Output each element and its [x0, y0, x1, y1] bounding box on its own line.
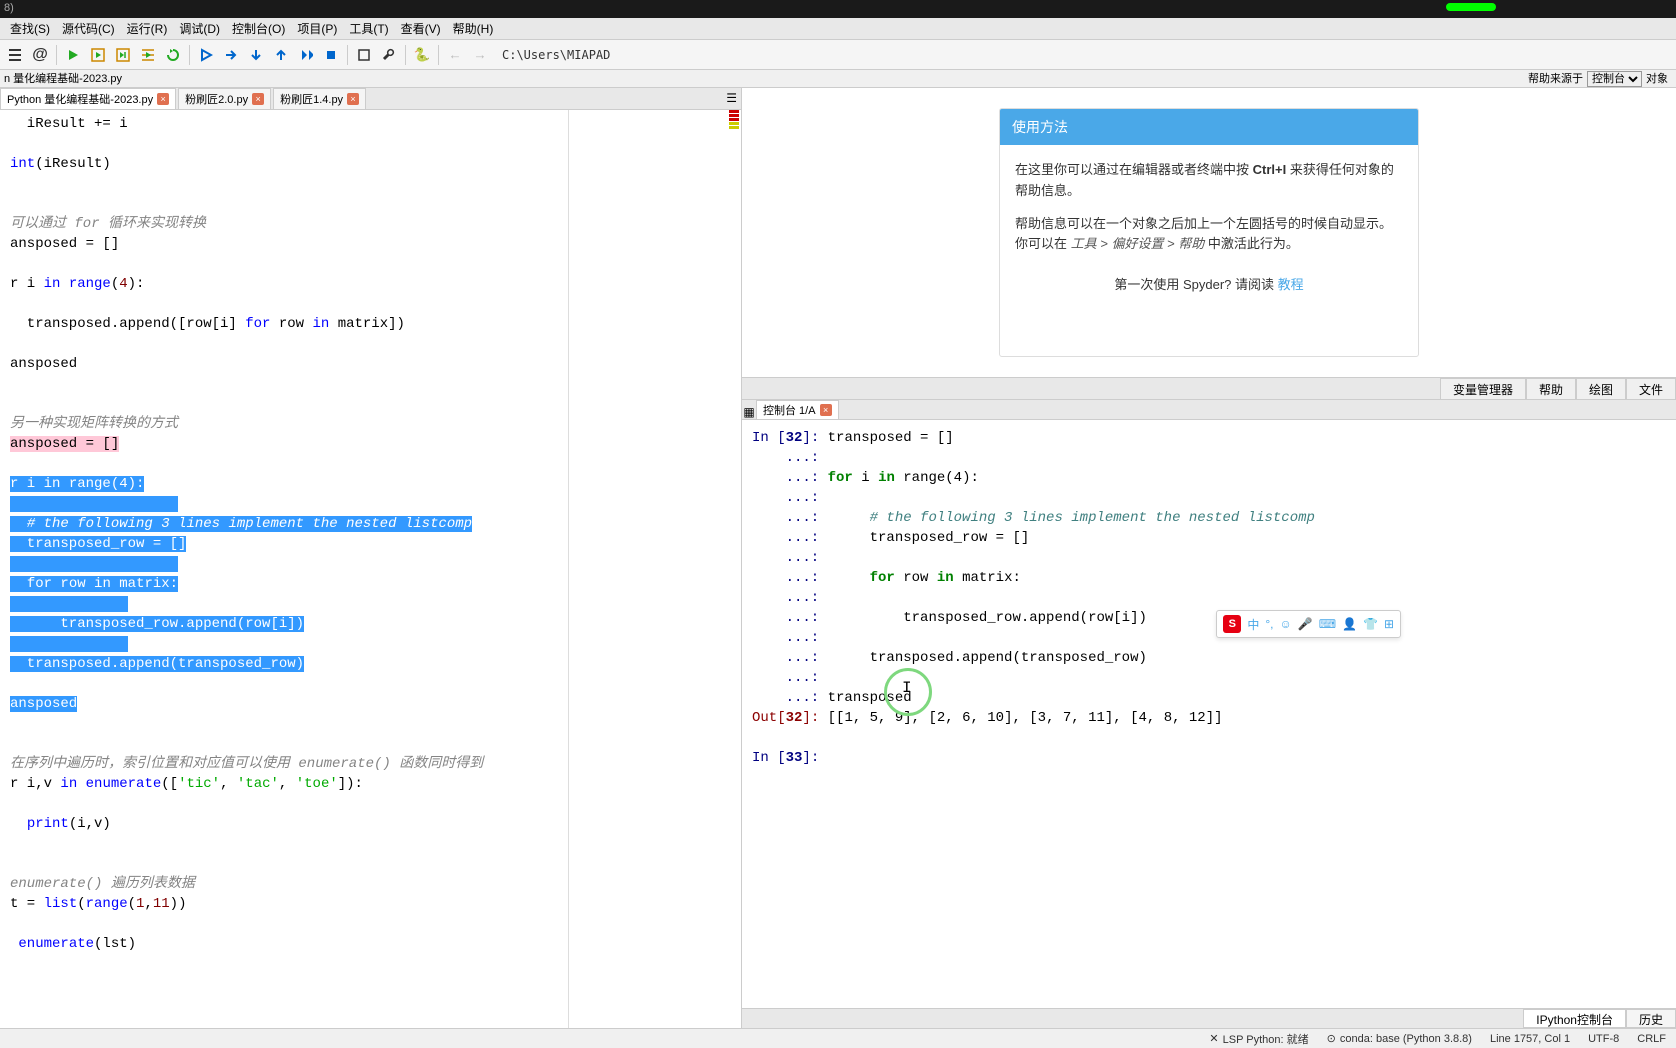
- close-icon[interactable]: ×: [157, 93, 169, 105]
- ime-punct-icon[interactable]: °,: [1265, 617, 1273, 631]
- ime-mic-icon[interactable]: 🎤: [1298, 617, 1313, 631]
- tab-ipython-console[interactable]: IPython控制台: [1523, 1009, 1626, 1028]
- menu-debug[interactable]: 调试(D): [173, 20, 226, 37]
- ime-grid-icon[interactable]: ⊞: [1384, 617, 1394, 631]
- right-pane: 使用方法 在这里你可以通过在编辑器或者终端中按 Ctrl+I 来获得任何对象的帮…: [742, 88, 1676, 1028]
- help-card-body: 在这里你可以通过在编辑器或者终端中按 Ctrl+I 来获得任何对象的帮助信息。 …: [1000, 145, 1418, 319]
- help-card-title: 使用方法: [1000, 109, 1418, 145]
- console-tab-label: 控制台 1/A: [763, 402, 816, 418]
- ime-sogou-icon[interactable]: S: [1223, 615, 1241, 633]
- close-icon[interactable]: ×: [252, 93, 264, 105]
- status-eol: CRLF: [1637, 1033, 1666, 1045]
- status-conda[interactable]: ⊙ conda: base (Python 3.8.8): [1327, 1032, 1472, 1045]
- editor-scrollmarks: [729, 110, 739, 130]
- toolbar-wrench-icon[interactable]: [378, 44, 400, 66]
- status-position: Line 1757, Col 1: [1490, 1033, 1570, 1045]
- ime-user-icon[interactable]: 👤: [1342, 617, 1357, 631]
- menu-find[interactable]: 查找(S): [4, 20, 56, 37]
- help-pane: 使用方法 在这里你可以通过在编辑器或者终端中按 Ctrl+I 来获得任何对象的帮…: [742, 88, 1676, 378]
- menu-project[interactable]: 项目(P): [291, 20, 343, 37]
- toolbar-debug-stop-icon[interactable]: [320, 44, 342, 66]
- console-body[interactable]: In [32]: transposed = [] ...: ...: for i…: [742, 420, 1676, 1008]
- hamburger-icon[interactable]: ☰: [726, 91, 737, 105]
- tab-plots[interactable]: 绘图: [1576, 378, 1626, 399]
- menu-tools[interactable]: 工具(T): [343, 20, 394, 37]
- toolbar-debug-continue-icon[interactable]: [295, 44, 317, 66]
- toolbar-forward-icon[interactable]: →: [469, 44, 491, 66]
- console-tabs: ▦ 控制台 1/A ×: [742, 400, 1676, 420]
- editor-tab-label: 粉刷匠1.4.py: [280, 91, 343, 107]
- editor-content[interactable]: iResult += i int(iResult) 可以通过 for 循环来实现…: [0, 110, 741, 958]
- window-titlebar: 8): [0, 0, 1676, 18]
- editor-pane: Python 量化编程基础-2023.py × 粉刷匠2.0.py × 粉刷匠1…: [0, 88, 742, 1028]
- toolbar-debug-step-icon[interactable]: [220, 44, 242, 66]
- toolbar-debug-start-icon[interactable]: [195, 44, 217, 66]
- ime-emoji-icon[interactable]: ☺: [1279, 617, 1291, 631]
- tab-history[interactable]: 历史: [1626, 1009, 1676, 1028]
- toolbar-separator: [438, 45, 439, 65]
- breadcrumb-path: n 量化编程基础-2023.py: [4, 70, 1528, 87]
- menu-view[interactable]: 查看(V): [395, 20, 447, 37]
- right-pane-tabs: 变量管理器 帮助 绘图 文件: [742, 378, 1676, 400]
- toolbar-run-cell-icon[interactable]: [87, 44, 109, 66]
- toolbar-path: C:\Users\MIAPAD: [502, 48, 610, 62]
- toolbar-separator: [189, 45, 190, 65]
- close-icon[interactable]: ×: [347, 93, 359, 105]
- help-source-select[interactable]: 控制台: [1587, 71, 1642, 87]
- menu-help[interactable]: 帮助(H): [447, 20, 500, 37]
- toolbar-separator: [347, 45, 348, 65]
- breadcrumb-row: n 量化编程基础-2023.py 帮助来源于 控制台 对象: [0, 70, 1676, 88]
- ime-keyboard-icon[interactable]: ⌨: [1319, 617, 1336, 631]
- help-source-label: 帮助来源于: [1528, 70, 1583, 88]
- grid-icon[interactable]: ▦: [742, 405, 756, 419]
- ime-toolbar[interactable]: S 中 °, ☺ 🎤 ⌨ 👤 👕 ⊞: [1216, 610, 1401, 638]
- close-icon[interactable]: ×: [820, 404, 832, 416]
- titlebar-text: 8): [0, 2, 14, 14]
- help-card: 使用方法 在这里你可以通过在编辑器或者终端中按 Ctrl+I 来获得任何对象的帮…: [999, 108, 1419, 357]
- toolbar-list-icon[interactable]: [4, 44, 26, 66]
- statusbar: ✕ LSP Python: 就绪 ⊙ conda: base (Python 3…: [0, 1028, 1676, 1048]
- toolbar-run-selection-icon[interactable]: [137, 44, 159, 66]
- editor-tab-label: 粉刷匠2.0.py: [185, 91, 248, 107]
- toolbar-separator: [405, 45, 406, 65]
- toolbar-run-icon[interactable]: [62, 44, 84, 66]
- ime-zhong-icon[interactable]: 中: [1247, 616, 1259, 633]
- toolbar-python-icon[interactable]: 🐍: [411, 44, 433, 66]
- titlebar-indicator: [1446, 3, 1496, 11]
- ime-skin-icon[interactable]: 👕: [1363, 617, 1378, 631]
- toolbar-back-icon[interactable]: ←: [444, 44, 466, 66]
- tab-files[interactable]: 文件: [1626, 378, 1676, 399]
- tab-variable-explorer[interactable]: 变量管理器: [1440, 378, 1526, 399]
- main-area: Python 量化编程基础-2023.py × 粉刷匠2.0.py × 粉刷匠1…: [0, 88, 1676, 1028]
- menu-console[interactable]: 控制台(O): [226, 20, 291, 37]
- toolbar-debug-stepout-icon[interactable]: [270, 44, 292, 66]
- editor-tab-3[interactable]: 粉刷匠1.4.py ×: [273, 88, 366, 109]
- toolbar-run-cell-advance-icon[interactable]: [112, 44, 134, 66]
- editor-body[interactable]: iResult += i int(iResult) 可以通过 for 循环来实现…: [0, 110, 741, 1028]
- editor-tab-label: Python 量化编程基础-2023.py: [7, 91, 153, 107]
- tutorial-link[interactable]: 教程: [1278, 277, 1304, 292]
- toolbar-at-icon[interactable]: @: [29, 44, 51, 66]
- toolbar-max-icon[interactable]: [353, 44, 375, 66]
- bottom-tabs: IPython控制台 历史: [742, 1008, 1676, 1028]
- status-encoding: UTF-8: [1588, 1033, 1619, 1045]
- menu-source[interactable]: 源代码(C): [56, 20, 121, 37]
- editor-tabs: Python 量化编程基础-2023.py × 粉刷匠2.0.py × 粉刷匠1…: [0, 88, 741, 110]
- console-pane: ▦ 控制台 1/A × In [32]: transposed = [] ...…: [742, 400, 1676, 1028]
- toolbar-debug-stepinto-icon[interactable]: [245, 44, 267, 66]
- console-tab-1[interactable]: 控制台 1/A ×: [756, 400, 839, 419]
- menu-run[interactable]: 运行(R): [121, 20, 174, 37]
- toolbar-rerun-icon[interactable]: [162, 44, 184, 66]
- status-lsp: ✕ LSP Python: 就绪: [1209, 1031, 1308, 1047]
- toolbar-separator: [56, 45, 57, 65]
- editor-ruler: [568, 110, 569, 1028]
- help-object-label: 对象: [1646, 70, 1668, 88]
- toolbar: @ 🐍 ← → C:\Users\MIAPAD: [0, 40, 1676, 70]
- editor-tab-main[interactable]: Python 量化编程基础-2023.py ×: [0, 88, 176, 109]
- tab-help[interactable]: 帮助: [1526, 378, 1576, 399]
- menubar: 查找(S) 源代码(C) 运行(R) 调试(D) 控制台(O) 项目(P) 工具…: [0, 18, 1676, 40]
- editor-tab-2[interactable]: 粉刷匠2.0.py ×: [178, 88, 271, 109]
